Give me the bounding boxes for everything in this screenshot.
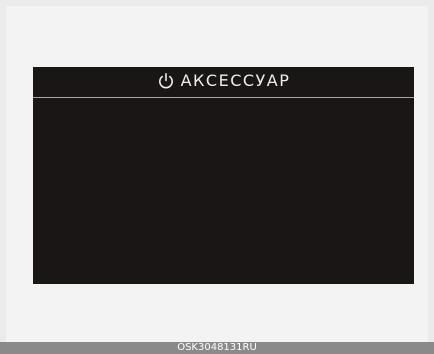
- mode-title: АКСЕССУАР: [180, 71, 291, 90]
- power-icon: [157, 72, 175, 90]
- header-divider: [33, 97, 414, 98]
- caption-bar: OSK3048131RU: [0, 342, 434, 354]
- display-header: АКСЕССУАР: [33, 67, 414, 95]
- figure-code: OSK3048131RU: [177, 342, 257, 353]
- instrument-display: АКСЕССУАР: [33, 67, 414, 284]
